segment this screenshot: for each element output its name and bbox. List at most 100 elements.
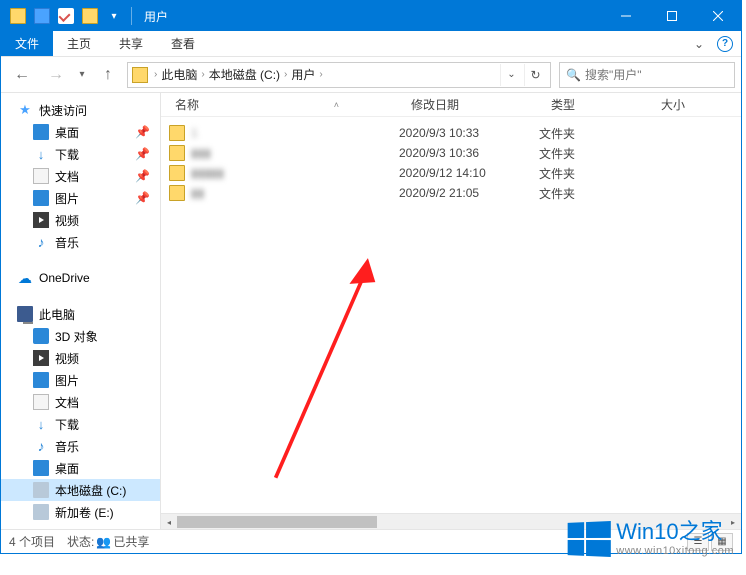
list-item[interactable]: 1 2020/9/3 10:33 文件夹 [169,123,741,143]
qat-folder2-icon[interactable] [79,5,101,27]
forward-button[interactable]: → [41,61,71,89]
recent-dropdown-icon[interactable]: ▾ [75,61,89,89]
tab-view[interactable]: 查看 [157,31,209,56]
nav-thispc[interactable]: 此电脑 [1,303,160,325]
folder-icon [169,185,185,201]
scroll-left-icon[interactable]: ◂ [161,514,177,530]
list-item[interactable]: ▮▮▮▮▮ 2020/9/12 14:10 文件夹 [169,163,741,183]
pin-icon: 📌 [135,147,150,161]
qat-overflow-icon[interactable]: ▾ [103,5,125,27]
explorer-window: ▾ 用户 文件 主页 共享 查看 ⌄ ? ← → ▾ ↑ › 此电脑 › 本地磁… [0,0,742,554]
nav-music2[interactable]: 音乐 [1,435,160,457]
column-headers: 名称˄ 修改日期 类型 大小 [161,93,741,117]
help-button[interactable]: ? [717,36,733,52]
qat-checkbox-icon[interactable] [55,5,77,27]
search-input[interactable]: 🔍 搜索"用户" [559,62,735,88]
file-list[interactable]: 1 2020/9/3 10:33 文件夹 ▮▮▮ 2020/9/3 10:36 … [161,117,741,513]
video-icon [33,350,49,366]
nav-pictures2[interactable]: 图片 [1,369,160,391]
col-name[interactable]: 名称˄ [169,96,405,113]
ribbon-toggle-icon[interactable]: ⌄ [681,31,717,56]
nav-pictures[interactable]: 图片📌 [1,187,160,209]
back-button[interactable]: ← [7,61,37,89]
col-type[interactable]: 类型 [545,96,655,113]
close-button[interactable] [695,1,741,31]
onedrive-icon [17,270,33,286]
windows-logo-icon [568,521,611,557]
explorer-body: 快速访问 桌面📌 下载📌 文档📌 图片📌 视频 音乐 OneDrive 此电脑 … [1,93,741,529]
video-icon [33,212,49,228]
content-pane: 名称˄ 修改日期 类型 大小 1 2020/9/3 10:33 文件夹 ▮▮▮ … [161,93,741,529]
quick-access-toolbar: ▾ [1,5,136,27]
nav-desktop[interactable]: 桌面📌 [1,121,160,143]
up-button[interactable]: ↑ [93,61,123,89]
desktop-icon [33,460,49,476]
list-item[interactable]: ▮▮▮ 2020/9/3 10:36 文件夹 [169,143,741,163]
nav-desktop2[interactable]: 桌面 [1,457,160,479]
window-title: 用户 [136,8,168,25]
share-status: 状态: 👥 已共享 [67,533,149,550]
col-size[interactable]: 大小 [655,96,741,113]
search-icon: 🔍 [566,68,581,82]
download-icon [33,146,49,162]
crumb-users[interactable]: 用户 [291,66,315,83]
chevron-right-icon[interactable]: › [201,69,204,80]
nav-videos[interactable]: 视频 [1,209,160,231]
star-icon [17,102,33,118]
address-bar[interactable]: › 此电脑 › 本地磁盘 (C:) › 用户 › ⌄ ↻ [127,62,551,88]
sort-indicator-icon: ˄ [334,100,339,110]
nav-documents[interactable]: 文档📌 [1,165,160,187]
folder-icon [169,165,185,181]
list-item[interactable]: ▮▮ 2020/9/2 21:05 文件夹 [169,183,741,203]
desktop-icon [33,124,49,140]
nav-cdisk[interactable]: 本地磁盘 (C:) [1,479,160,501]
nav-downloads2[interactable]: 下载 [1,413,160,435]
watermark-url: www.win10xitong.com [616,546,734,557]
nav-onedrive[interactable]: OneDrive [1,267,160,289]
disk-icon [33,482,49,498]
chevron-right-icon[interactable]: › [284,69,287,80]
refresh-button[interactable]: ↻ [524,64,546,86]
tab-home[interactable]: 主页 [53,31,105,56]
qat-blue-folder-icon[interactable] [31,5,53,27]
pin-icon: 📌 [135,125,150,139]
ribbon-tabs: 文件 主页 共享 查看 ⌄ ? [1,31,741,57]
pictures-icon [33,190,49,206]
nav-edisk[interactable]: 新加卷 (E:) [1,501,160,523]
chevron-right-icon[interactable]: › [319,69,322,80]
scrollbar-thumb[interactable] [177,516,377,528]
minimize-button[interactable] [603,1,649,31]
nav-downloads[interactable]: 下载📌 [1,143,160,165]
pin-icon: 📌 [135,191,150,205]
crumb-cdisk[interactable]: 本地磁盘 (C:) [209,66,280,83]
nav-documents2[interactable]: 文档 [1,391,160,413]
pictures-icon [33,372,49,388]
folder-icon [169,145,185,161]
col-date[interactable]: 修改日期 [405,96,545,113]
watermark: Win10之家 www.win10xitong.com [566,521,734,557]
folder-icon [169,125,185,141]
crumb-thispc[interactable]: 此电脑 [161,66,197,83]
annotation-arrow [261,247,401,487]
maximize-button[interactable] [649,1,695,31]
nav-quick-access[interactable]: 快速访问 [1,99,160,121]
pin-icon: 📌 [135,169,150,183]
tab-share[interactable]: 共享 [105,31,157,56]
watermark-title: Win10之家 [616,521,734,543]
folder-icon [132,67,148,83]
chevron-right-icon[interactable]: › [154,69,157,80]
disk-icon [33,504,49,520]
nav-music[interactable]: 音乐 [1,231,160,253]
search-placeholder: 搜索"用户" [585,66,642,83]
qat-folder-icon[interactable] [7,5,29,27]
window-controls [603,1,741,31]
navigation-pane: 快速访问 桌面📌 下载📌 文档📌 图片📌 视频 音乐 OneDrive 此电脑 … [1,93,161,529]
nav-3dobjects[interactable]: 3D 对象 [1,325,160,347]
address-dropdown-icon[interactable]: ⌄ [500,64,522,86]
nav-videos2[interactable]: 视频 [1,347,160,369]
tab-file[interactable]: 文件 [1,31,53,56]
download-icon [33,416,49,432]
item-count: 4 个项目 [9,533,55,550]
music-icon [33,438,49,454]
document-icon [33,168,49,184]
